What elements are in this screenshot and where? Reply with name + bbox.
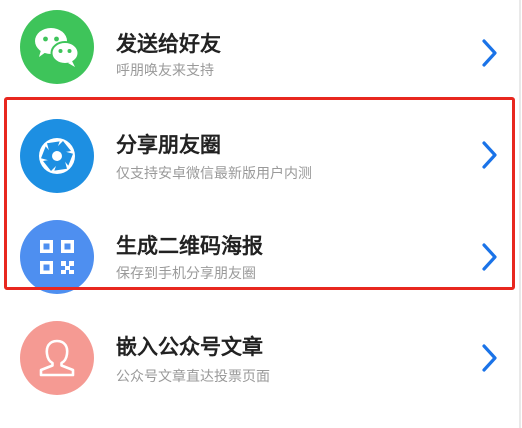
share-item-moments[interactable]: 分享朋友圈 仅支持安卓微信最新版用户内测 — [0, 106, 522, 202]
item-subtitle: 仅支持安卓微信最新版用户内测 — [116, 166, 312, 182]
right-edge-divider — [519, 0, 521, 428]
item-subtitle: 呼朋唤友来支持 — [116, 63, 214, 79]
chevron-right-icon — [482, 141, 497, 169]
moments-shutter-icon — [20, 119, 94, 193]
item-subtitle: 保存到手机分享朋友圈 — [116, 266, 256, 282]
share-item-embed-article[interactable]: 嵌入公众号文章 公众号文章直达投票页面 — [0, 312, 522, 408]
share-item-qr-poster[interactable]: 生成二维码海报 保存到手机分享朋友圈 — [0, 206, 522, 302]
chevron-right-icon — [482, 243, 497, 271]
wechat-icon — [20, 10, 94, 84]
official-account-person-icon — [20, 321, 94, 395]
item-title: 分享朋友圈 — [116, 133, 221, 157]
item-title: 生成二维码海报 — [116, 234, 263, 258]
item-title: 发送给好友 — [116, 32, 221, 56]
chevron-right-icon — [482, 39, 497, 67]
chevron-right-icon — [482, 344, 497, 372]
qr-code-icon — [20, 220, 94, 294]
share-item-send-to-friend[interactable]: 发送给好友 呼朋唤友来支持 — [0, 0, 522, 96]
item-title: 嵌入公众号文章 — [116, 335, 263, 359]
item-subtitle: 公众号文章直达投票页面 — [116, 369, 270, 385]
share-options-panel: 发送给好友 呼朋唤友来支持 分享朋友圈 仅支持安卓微信最新版用户内测 生成二维码… — [0, 0, 522, 428]
